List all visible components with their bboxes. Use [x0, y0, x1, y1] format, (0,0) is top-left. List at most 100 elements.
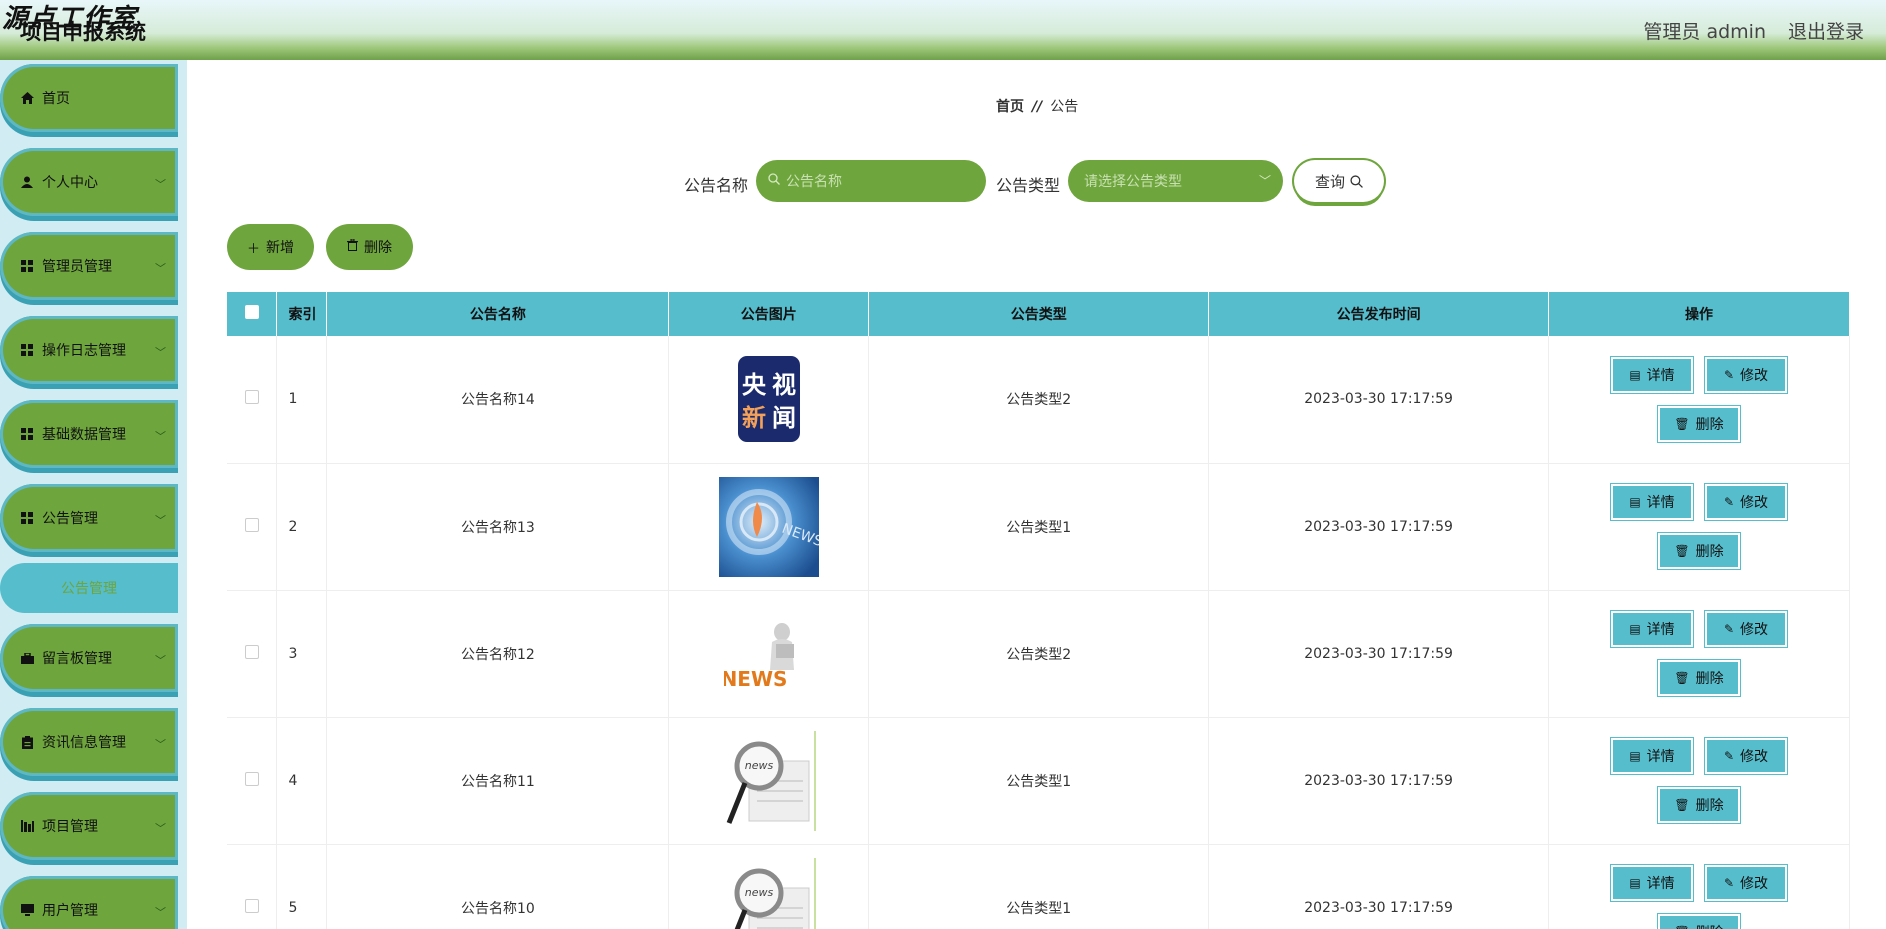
delete-button[interactable]: 🗑 删除 — [1658, 914, 1740, 929]
edit-button[interactable]: ✎ 修改 — [1705, 865, 1787, 901]
row-name: 公告名称13 — [326, 463, 670, 591]
clipboard-icon — [20, 735, 34, 749]
sidebar-item-label: 资讯信息管理 — [42, 735, 126, 751]
edit-label: 修改 — [1740, 622, 1769, 638]
delete-label: 删除 — [1696, 922, 1724, 929]
top-bar: 项目申报系统 源点工作室 管理员 admin 退出登录 — [0, 0, 1886, 60]
row-actions: ▤ 详情 ✎ 修改 🗑 删除 — [1548, 844, 1850, 929]
edit-button[interactable]: ✎ 修改 — [1705, 484, 1787, 520]
detail-label: 详情 — [1646, 367, 1675, 384]
row-image-cell: news — [668, 844, 870, 929]
sidebar-subitem-notice[interactable]: 公告管理 — [0, 563, 178, 613]
sidebar-item-personal-center[interactable]: 个人中心 ﹀ — [0, 148, 178, 216]
sidebar-item-label: 用户管理 — [42, 903, 98, 919]
detail-label: 详情 — [1646, 749, 1675, 765]
detail-button[interactable]: ▤ 详情 — [1611, 611, 1693, 647]
sidebar-item-message-board[interactable]: 留言板管理 ﹀ — [0, 624, 178, 692]
edit-button[interactable]: ✎ 修改 — [1705, 738, 1787, 774]
row-actions: ▤ 详情 ✎ 修改 🗑 删除 — [1548, 336, 1850, 464]
notice-name-input[interactable]: 公告名称 — [756, 160, 986, 202]
edit-button[interactable]: ✎ 修改 — [1705, 356, 1787, 393]
chevron-down-icon: ﹀ — [155, 178, 166, 191]
notice-type-select[interactable]: 请选择公告类型 ﹀ — [1068, 160, 1283, 202]
select-all-checkbox[interactable] — [244, 305, 259, 319]
edit-button[interactable]: ✎ 修改 — [1705, 611, 1787, 647]
row-index: 2 — [276, 463, 328, 591]
row-time: 2023-03-30 17:17:59 — [1208, 590, 1550, 718]
trash-icon: 🗑 — [1674, 416, 1690, 431]
row-checkbox[interactable] — [244, 390, 259, 405]
sidebar-item-news-info[interactable]: 资讯信息管理 ﹀ — [0, 708, 178, 776]
row-name: 公告名称11 — [326, 717, 670, 845]
sidebar-item-label: 留言板管理 — [42, 651, 112, 667]
sidebar-item-basic-data[interactable]: 基础数据管理 ﹀ — [0, 400, 178, 468]
column-header-index: 索引 — [276, 292, 328, 336]
delete-button[interactable]: 🗑 删除 — [1658, 787, 1740, 823]
row-checkbox-cell — [227, 590, 278, 718]
breadcrumb-current: 公告 — [1050, 99, 1079, 115]
delete-button[interactable]: 🗑 删除 — [1658, 533, 1740, 569]
chevron-down-icon: ﹀ — [155, 822, 166, 835]
news-text: news — [745, 759, 774, 772]
row-time: 2023-03-30 17:17:59 — [1208, 336, 1550, 464]
sidebar-item-users[interactable]: 用户管理 ﹀ — [0, 876, 178, 929]
row-checkbox[interactable] — [244, 898, 259, 913]
row-checkbox-cell — [227, 717, 278, 845]
edit-label: 修改 — [1740, 876, 1769, 892]
chevron-down-icon: ﹀ — [155, 262, 166, 275]
add-button-label: 新增 — [266, 240, 294, 256]
chevron-down-icon: ﹀ — [155, 738, 166, 751]
home-icon — [20, 91, 34, 105]
chevron-down-icon: ﹀ — [1258, 174, 1271, 188]
notice-type-placeholder: 请选择公告类型 — [1084, 174, 1182, 190]
sidebar-item-project[interactable]: 项目管理 ﹀ — [0, 792, 178, 860]
row-image-cell: news — [668, 717, 870, 845]
breadcrumb-home[interactable]: 首页 — [996, 99, 1024, 115]
row-actions: ▤ 详情 ✎ 修改 🗑 删除 — [1548, 717, 1850, 845]
trash-icon: 🗑 — [1674, 544, 1690, 558]
search-icon — [1350, 174, 1363, 188]
row-index: 5 — [276, 844, 328, 929]
query-button-label: 查询 — [1314, 172, 1345, 191]
query-button[interactable]: 查询 — [1294, 160, 1384, 202]
sidebar-item-operation-log[interactable]: 操作日志管理 ﹀ — [0, 316, 178, 384]
delete-button[interactable]: 🗑 删除 — [1658, 660, 1740, 696]
detail-button[interactable]: ▤ 详情 — [1611, 484, 1693, 520]
batch-delete-button[interactable]: 删除 — [326, 224, 413, 270]
news-blue-image: NEWS — [718, 476, 819, 577]
row-type: 公告类型2 — [868, 336, 1210, 464]
notice-type-label: 公告类型 — [996, 176, 1061, 195]
trash-icon: 🗑 — [1674, 671, 1690, 685]
row-actions: ▤ 详情 ✎ 修改 🗑 删除 — [1548, 463, 1850, 591]
row-time: 2023-03-30 17:17:59 — [1208, 717, 1550, 845]
pencil-icon: ✎ — [1723, 495, 1735, 509]
sidebar-item-admin[interactable]: 管理员管理 ﹀ — [0, 232, 178, 300]
row-type: 公告类型1 — [868, 463, 1210, 591]
chevron-down-icon: ﹀ — [155, 906, 166, 919]
table-row: 1 公告名称14 央 视 新 闻 公告类型2 2023-03-30 17:17:… — [227, 336, 1850, 464]
row-image-cell: NEWS — [668, 463, 870, 591]
detail-label: 详情 — [1646, 876, 1675, 892]
breadcrumb-separator: // — [1032, 99, 1043, 115]
add-button[interactable]: ＋ 新增 — [227, 224, 314, 270]
column-header-image: 公告图片 — [668, 292, 870, 336]
detail-button[interactable]: ▤ 详情 — [1611, 738, 1693, 774]
detail-button[interactable]: ▤ 详情 — [1611, 356, 1693, 393]
row-checkbox[interactable] — [244, 644, 259, 659]
cctv-logo-char: 新 — [742, 404, 766, 432]
sidebar-item-notice[interactable]: 公告管理 ﹀ — [0, 484, 178, 552]
sidebar-item-label: 首页 — [42, 91, 70, 107]
detail-button[interactable]: ▤ 详情 — [1611, 865, 1693, 901]
row-index: 3 — [276, 590, 328, 718]
delete-button[interactable]: 🗑 删除 — [1658, 405, 1740, 442]
row-checkbox[interactable] — [244, 517, 259, 532]
plus-icon: ＋ — [246, 241, 260, 257]
row-checkbox[interactable] — [244, 771, 259, 786]
chevron-down-icon: ﹀ — [155, 346, 166, 359]
notice-table: 索引 公告名称 公告图片 公告类型 公告发布时间 操作 1 公告名称14 央 视… — [227, 292, 1850, 929]
logout-link[interactable]: 退出登录 — [1788, 17, 1864, 44]
sidebar-item-label: 公告管理 — [42, 511, 98, 527]
pencil-icon: ✎ — [1723, 749, 1735, 763]
batch-delete-label: 删除 — [364, 240, 392, 256]
sidebar-item-home[interactable]: 首页 — [0, 64, 178, 132]
